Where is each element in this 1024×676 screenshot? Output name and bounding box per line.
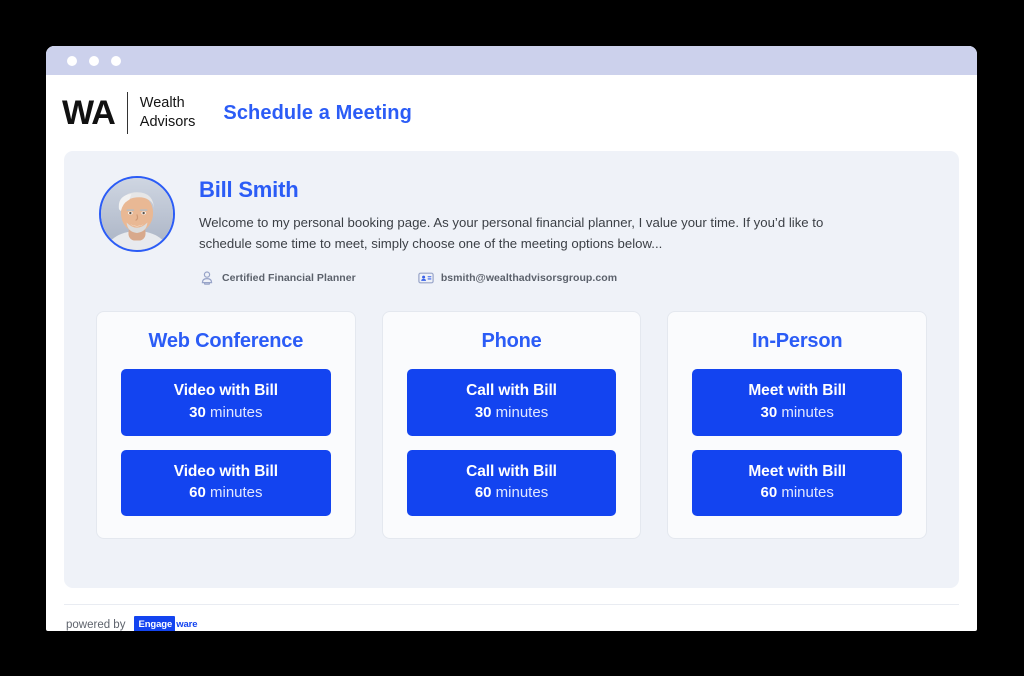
book-meet-60-title: Meet with Bill: [748, 462, 846, 480]
card-phone: Phone Call with Bill 30 minutes Call wit…: [381, 311, 642, 540]
book-call-60-duration-value: 60: [474, 484, 492, 502]
contact-card-icon: [418, 270, 434, 286]
book-call-60-button[interactable]: Call with Bill 60 minutes: [406, 449, 617, 517]
app-header: WA Wealth Advisors Schedule a Meeting: [46, 75, 977, 151]
browser-window: WA Wealth Advisors Schedule a Meeting Bi…: [46, 46, 977, 631]
card-web-conference: Web Conference Video with Bill 30 minute…: [96, 311, 356, 540]
book-video-60-duration: 60 minutes: [127, 484, 325, 502]
book-video-30-duration-unit: minutes: [210, 403, 263, 421]
profile-body: Bill Smith Welcome to my personal bookin…: [175, 176, 849, 286]
book-video-60-duration-value: 60: [189, 484, 206, 502]
profile-name: Bill Smith: [199, 177, 299, 202]
brand-wordmark: Wealth Advisors: [128, 94, 196, 132]
brand-monogram: WA: [62, 94, 116, 132]
card-in-person-title: In-Person: [751, 330, 843, 353]
book-video-30-title: Video with Bill: [173, 382, 278, 400]
engageware-logo-part1: Engage: [134, 616, 176, 631]
screenshot-stage: WA Wealth Advisors Schedule a Meeting Bi…: [0, 0, 1024, 676]
book-call-30-duration: 30 minutes: [413, 404, 611, 422]
footer-divider: [64, 604, 959, 605]
meeting-options: Web Conference Video with Bill 30 minute…: [64, 286, 959, 540]
book-video-30-duration-value: 30: [189, 403, 206, 421]
page-title: Schedule a Meeting: [223, 101, 412, 124]
book-video-30-duration: 30 minutes: [127, 404, 325, 422]
person-badge-icon: [199, 270, 215, 286]
traffic-light-close-icon[interactable]: [67, 55, 77, 66]
profile-meta-credential: Certified Financial Planner: [199, 270, 356, 286]
brand-wordmark-line2: Advisors: [139, 114, 196, 130]
book-meet-60-duration-unit: minutes: [781, 484, 834, 502]
book-meet-60-button[interactable]: Meet with Bill 60 minutes: [692, 449, 903, 517]
card-phone-title: Phone: [481, 330, 542, 353]
book-call-60-title: Call with Bill: [466, 462, 557, 480]
book-meet-30-duration-unit: minutes: [781, 403, 834, 421]
powered-by-label: powered by: [66, 618, 126, 631]
book-call-30-duration-value: 30: [474, 403, 492, 421]
avatar: [99, 176, 175, 252]
book-meet-60-duration-value: 60: [760, 484, 778, 502]
profile-description: Welcome to my personal booking page. As …: [199, 215, 824, 251]
book-meet-30-duration: 30 minutes: [698, 404, 896, 422]
book-call-30-duration-unit: minutes: [495, 403, 549, 421]
profile-section: Bill Smith Welcome to my personal bookin…: [64, 151, 959, 286]
engageware-logo[interactable]: Engage ware: [134, 616, 200, 631]
book-call-60-duration: 60 minutes: [413, 484, 611, 502]
profile-meta-email-text: bsmith@wealthadvisorsgroup.com: [440, 272, 618, 285]
book-meet-30-button[interactable]: Meet with Bill 30 minutes: [692, 369, 903, 436]
book-meet-30-duration-value: 30: [760, 403, 778, 421]
engageware-logo-part2: ware: [175, 616, 200, 631]
profile-meta-credential-text: Certified Financial Planner: [222, 272, 356, 285]
book-call-30-button[interactable]: Call with Bill 30 minutes: [406, 369, 617, 436]
traffic-light-minimize-icon[interactable]: [89, 55, 99, 66]
browser-title-bar: [46, 46, 977, 75]
book-video-60-button[interactable]: Video with Bill 60 minutes: [121, 449, 331, 517]
book-call-30-title: Call with Bill: [466, 382, 557, 400]
book-video-60-duration-unit: minutes: [210, 484, 263, 502]
profile-meta-email: bsmith@wealthadvisorsgroup.com: [418, 270, 617, 286]
profile-meta-row: Certified Financial Planner bsmith@wealt…: [199, 270, 849, 286]
user-photo-icon: [101, 178, 173, 250]
footer: powered by Engage ware: [66, 616, 200, 631]
brand-logo[interactable]: WA Wealth Advisors: [62, 90, 195, 136]
card-in-person: In-Person Meet with Bill 30 minutes Meet…: [667, 311, 928, 540]
card-web-conference-title: Web Conference: [148, 330, 304, 353]
booking-content-panel: Bill Smith Welcome to my personal bookin…: [64, 151, 959, 588]
book-meet-60-duration: 60 minutes: [698, 484, 896, 502]
book-meet-30-title: Meet with Bill: [748, 382, 846, 400]
book-video-30-button[interactable]: Video with Bill 30 minutes: [121, 369, 331, 436]
book-call-60-duration-unit: minutes: [495, 484, 549, 502]
book-video-60-title: Video with Bill: [173, 462, 278, 480]
traffic-light-maximize-icon[interactable]: [111, 55, 121, 66]
brand-wordmark-line1: Wealth: [139, 94, 185, 111]
